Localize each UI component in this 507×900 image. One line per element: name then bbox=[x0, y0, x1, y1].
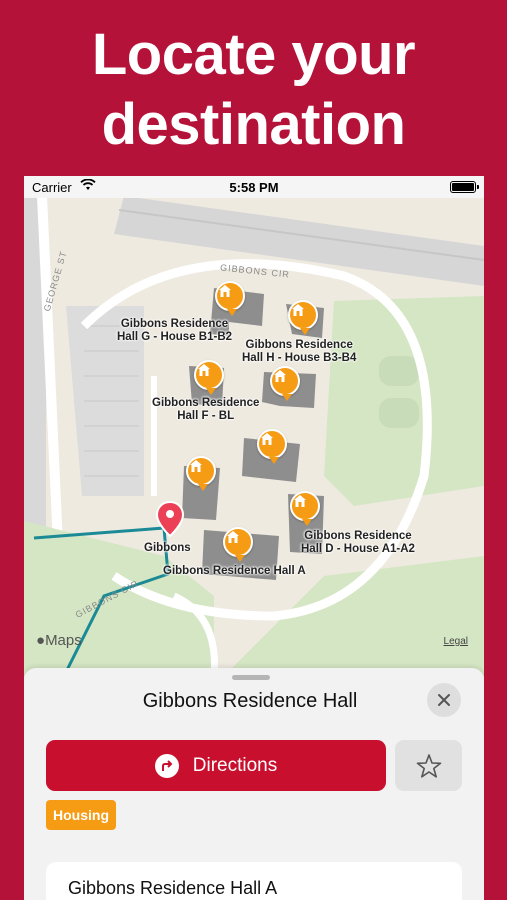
place-detail-sheet: Gibbons Residence Hall Directions Housin… bbox=[24, 668, 484, 900]
maps-logo-text: Maps bbox=[45, 632, 82, 649]
house-icon[interactable] bbox=[215, 281, 245, 316]
status-bar: Carrier 5:58 PM bbox=[24, 176, 484, 198]
apple-maps-logo: ●Maps bbox=[36, 632, 82, 649]
list-item[interactable]: Gibbons Residence Hall A bbox=[46, 862, 462, 900]
map-label-line: Hall D - House A1-A2 bbox=[301, 543, 415, 555]
map-label-hall-h: Gibbons Residence Hall H - House B3-B4 bbox=[242, 339, 356, 365]
map-label-hall-g: Gibbons Residence Hall G - House B1-B2 bbox=[117, 318, 232, 344]
star-icon bbox=[416, 753, 441, 778]
map-label-line: Hall H - House B3-B4 bbox=[242, 352, 357, 364]
house-icon[interactable] bbox=[194, 360, 224, 395]
house-icon[interactable] bbox=[270, 366, 300, 401]
headline-line-1: Locate your bbox=[91, 22, 416, 87]
status-time: 5:58 PM bbox=[229, 180, 279, 195]
campus-map[interactable]: GEORGE ST GIBBONS CIR GIBBONS CIR Gibbon… bbox=[24, 176, 484, 676]
apple-icon: ● bbox=[36, 632, 46, 649]
map-label-line: Gibbons Residence bbox=[120, 318, 229, 330]
map-label-hall-f: Gibbons Residence Hall F - BL bbox=[152, 397, 259, 423]
house-icon[interactable] bbox=[186, 456, 216, 491]
headline-line-2: destination bbox=[101, 92, 406, 157]
directions-button[interactable]: Directions bbox=[46, 740, 386, 791]
map-label-line: Hall F - BL bbox=[177, 410, 235, 422]
map-label-line: Hall G - House B1-B2 bbox=[117, 331, 233, 343]
promo-headline: Locate your destination bbox=[0, 20, 507, 160]
place-title: Gibbons Residence Hall bbox=[142, 690, 358, 712]
directions-icon bbox=[154, 753, 179, 778]
directions-label: Directions bbox=[192, 754, 278, 776]
sheet-grabber[interactable] bbox=[232, 675, 270, 680]
map-label-hall-a: Gibbons Residence Hall A bbox=[163, 565, 306, 577]
battery-icon bbox=[450, 181, 479, 193]
house-icon[interactable] bbox=[257, 429, 287, 464]
list-item-title: Gibbons Residence Hall A bbox=[68, 878, 278, 898]
close-icon bbox=[438, 694, 450, 706]
map-label-hall-d: Gibbons Residence Hall D - House A1-A2 bbox=[301, 530, 415, 556]
close-button[interactable] bbox=[427, 683, 461, 717]
legal-link[interactable]: Legal bbox=[444, 636, 468, 647]
phone-screen: GEORGE ST GIBBONS CIR GIBBONS CIR Gibbon… bbox=[24, 176, 484, 900]
house-icon[interactable] bbox=[288, 300, 318, 335]
map-label-line: Gibbons Residence bbox=[152, 397, 260, 409]
map-label-line: Gibbons Residence bbox=[245, 339, 353, 351]
map-label-gibbons: Gibbons bbox=[144, 542, 191, 554]
house-icon[interactable] bbox=[223, 527, 253, 562]
map-label-line: Gibbons Residence bbox=[304, 530, 412, 542]
favorite-button[interactable] bbox=[395, 740, 462, 791]
category-tag: Housing bbox=[46, 800, 116, 830]
house-icon[interactable] bbox=[290, 491, 320, 526]
